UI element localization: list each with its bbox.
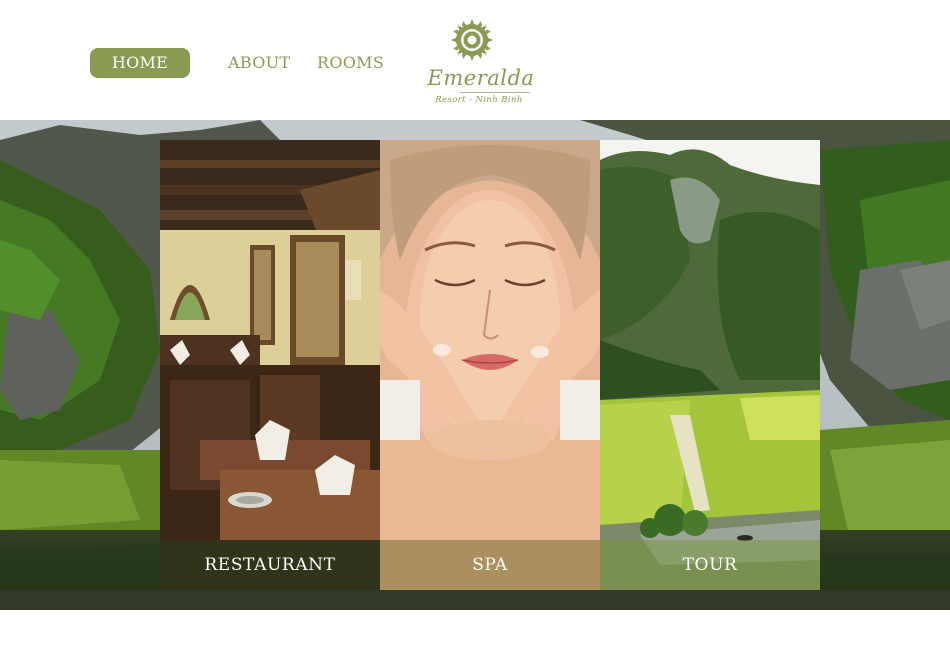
card-label-tour: TOUR — [600, 540, 820, 590]
page-footer-area — [0, 610, 950, 650]
card-restaurant[interactable]: RESTAURANT — [160, 140, 380, 590]
sun-flower-emblem-icon — [451, 19, 493, 61]
nav-rooms[interactable]: ROOMS — [317, 48, 384, 78]
logo-name: Emeralda — [427, 66, 535, 90]
nav-about[interactable]: ABOUT — [228, 48, 290, 78]
card-label-restaurant: RESTAURANT — [160, 540, 380, 590]
nav-home[interactable]: HOME — [90, 48, 190, 78]
hero-section: RESTAURANT SPA TOUR — [0, 120, 950, 610]
restaurant-dining-room-photo — [160, 140, 380, 590]
card-spa[interactable]: SPA — [380, 140, 600, 590]
logo-divider — [460, 92, 530, 93]
card-label-spa: SPA — [380, 540, 600, 590]
logo-subtitle: Resort - Ninh Binh — [435, 95, 523, 105]
card-tour[interactable]: TOUR — [600, 140, 820, 590]
site-header: HOME ABOUT ROOMS Emeralda Resort - Ninh … — [0, 0, 950, 120]
rice-field-river-photo — [600, 140, 820, 590]
site-logo[interactable]: Emeralda Resort - Ninh Binh — [420, 16, 540, 106]
facial-massage-photo — [380, 140, 600, 590]
